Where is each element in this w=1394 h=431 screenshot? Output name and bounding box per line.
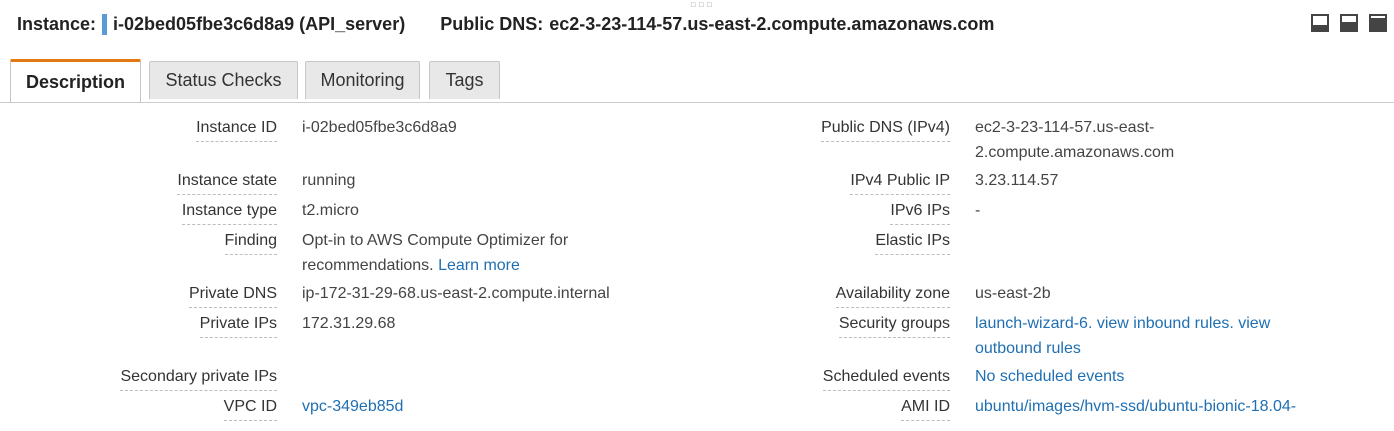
security-groups-value: launch-wizard-6. view inbound rules. vie…: [975, 311, 1305, 361]
security-group-sep: .: [1087, 315, 1097, 332]
instance-type-value: t2.micro: [302, 202, 359, 219]
ipv4-public-ip-value: 3.23.114.57: [975, 172, 1059, 189]
ipv4-public-ip-label: IPv4 Public IP: [850, 171, 950, 195]
instance-state-value: running: [302, 172, 356, 189]
instance-state-label: Instance state: [177, 171, 277, 195]
scheduled-events-link[interactable]: No scheduled events: [975, 368, 1124, 385]
public-dns-ipv4-label: Public DNS (IPv4): [821, 118, 950, 142]
security-group-sep2: .: [1229, 315, 1239, 332]
tab-description[interactable]: Description: [10, 59, 141, 102]
finding-label: Finding: [224, 231, 277, 255]
instance-type-label: Instance type: [181, 201, 277, 225]
public-dns-ipv4-line1: ec2-3-23-114-57.us-east-: [975, 119, 1155, 136]
view-inbound-rules-link[interactable]: view inbound rules: [1097, 315, 1230, 332]
instance-details-panel: ▫▫▫ Instance: i-02bed05fbe3c6d8a9 (API_s…: [0, 0, 1394, 431]
vpc-id-value-wrap: vpc-349eb85d: [302, 394, 602, 419]
view-outbound-rules-link-part1[interactable]: view: [1238, 315, 1270, 332]
security-groups-label: Security groups: [838, 314, 950, 338]
tab-monitoring[interactable]: Monitoring: [305, 61, 420, 99]
view-outbound-rules-link-part2[interactable]: outbound rules: [975, 340, 1081, 357]
security-group-link[interactable]: launch-wizard-6: [975, 315, 1088, 332]
panel-minimize-icon[interactable]: [1311, 14, 1329, 32]
scheduled-events-value-wrap: No scheduled events: [975, 364, 1305, 389]
finding-value: Opt-in to AWS Compute Optimizer for reco…: [302, 228, 602, 278]
instance-id-name: i-02bed05fbe3c6d8a9 (API_server): [113, 13, 406, 34]
instance-label: Instance:: [17, 13, 97, 34]
private-dns-label: Private DNS: [188, 284, 277, 308]
security-groups-line2: outbound rules: [975, 336, 1305, 361]
private-ips-value: 172.31.29.68: [302, 315, 396, 332]
finding-text-line2: recommendations. Learn more: [302, 253, 602, 278]
public-dns-value: ec2-3-23-114-57.us-east-2.compute.amazon…: [549, 13, 995, 34]
public-dns-ipv4-value: ec2-3-23-114-57.us-east- 2.compute.amazo…: [975, 115, 1305, 165]
learn-more-link[interactable]: Learn more: [438, 257, 520, 274]
instance-id-label: Instance ID: [196, 118, 277, 142]
instance-header: Instance: i-02bed05fbe3c6d8a9 (API_serve…: [17, 12, 994, 36]
instance-id-value: i-02bed05fbe3c6d8a9: [302, 119, 457, 136]
ami-id-link[interactable]: ubuntu/images/hvm-ssd/ubuntu-bionic-18.0…: [975, 398, 1296, 415]
elastic-ips-label: Elastic IPs: [875, 231, 950, 255]
private-ips-label: Private IPs: [199, 314, 277, 338]
private-dns-value: ip-172-31-29-68.us-east-2.compute.intern…: [302, 285, 610, 302]
public-dns-label: Public DNS:: [440, 13, 544, 34]
tab-tags[interactable]: Tags: [429, 61, 500, 99]
scheduled-events-label: Scheduled events: [822, 367, 950, 391]
ami-id-label: AMI ID: [901, 397, 950, 421]
panel-size-controls: [1311, 14, 1387, 32]
security-groups-line1: launch-wizard-6. view inbound rules. vie…: [975, 311, 1305, 336]
finding-text-line1: Opt-in to AWS Compute Optimizer for: [302, 232, 569, 249]
availability-zone-value: us-east-2b: [975, 285, 1051, 302]
vpc-id-link[interactable]: vpc-349eb85d: [302, 398, 403, 415]
finding-text-recommendations: recommendations.: [302, 257, 434, 274]
public-dns-ipv4-line2: 2.compute.amazonaws.com: [975, 144, 1175, 161]
availability-zone-label: Availability zone: [835, 284, 950, 308]
ipv6-ips-label: IPv6 IPs: [890, 201, 950, 225]
vpc-id-label: VPC ID: [223, 397, 277, 421]
drag-dots-icon[interactable]: ▫▫▫: [690, 0, 714, 10]
panel-maximize-icon[interactable]: [1369, 14, 1387, 32]
tab-status-checks[interactable]: Status Checks: [149, 61, 298, 99]
ami-id-value-wrap: ubuntu/images/hvm-ssd/ubuntu-bionic-18.0…: [975, 394, 1375, 419]
instance-accent-bar: [102, 13, 108, 35]
secondary-private-ips-label: Secondary private IPs: [120, 367, 277, 391]
panel-half-icon[interactable]: [1340, 14, 1358, 32]
tab-bar: Description Status Checks Monitoring Tag…: [0, 59, 1394, 103]
ipv6-ips-value: -: [975, 202, 981, 219]
